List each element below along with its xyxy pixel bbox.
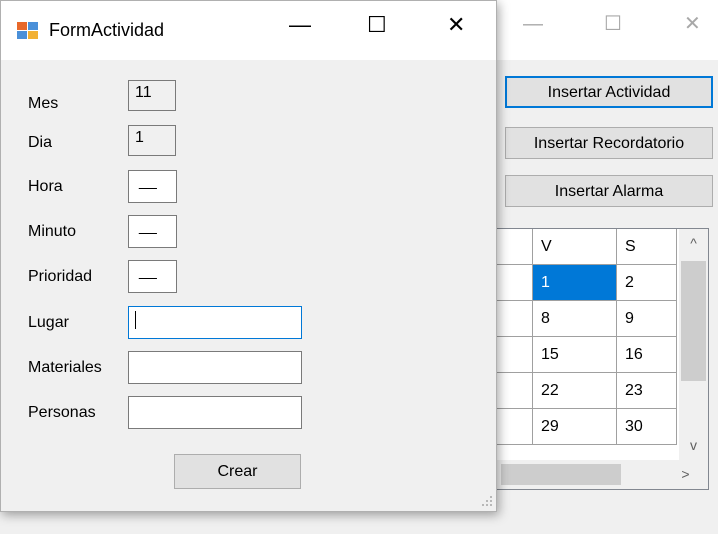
background-close-button[interactable]: ✕ <box>684 14 701 34</box>
grid-cell[interactable] <box>497 300 533 337</box>
grid-cell[interactable]: 15 <box>532 336 617 373</box>
table-row: 22 23 <box>497 372 677 409</box>
grid-cell-selected[interactable]: 1 <box>532 264 617 301</box>
materiales-label: Materiales <box>28 359 102 376</box>
window-title: FormActividad <box>49 20 165 40</box>
table-row: 15 16 <box>497 336 677 373</box>
personas-label: Personas <box>28 404 96 421</box>
insertar-actividad-button[interactable]: Insertar Actividad <box>505 76 713 108</box>
grid-cell[interactable] <box>497 336 533 373</box>
prioridad-label: Prioridad <box>28 268 93 285</box>
lugar-input[interactable] <box>128 306 302 339</box>
horizontal-scrollbar[interactable]: > <box>497 460 708 489</box>
prioridad-input-value: __ <box>139 263 157 280</box>
scroll-up-icon[interactable]: ^ <box>679 235 708 251</box>
background-minimize-button[interactable]: — <box>523 14 543 34</box>
grid-header-cell[interactable] <box>497 229 533 265</box>
lugar-label: Lugar <box>28 314 69 331</box>
text-caret <box>135 311 136 329</box>
minimize-button[interactable]: — <box>289 14 311 36</box>
minuto-label: Minuto <box>28 223 77 240</box>
grid-header-row: V S <box>497 229 677 265</box>
grid-cell[interactable]: 2 <box>616 264 677 301</box>
prioridad-input[interactable]: __ <box>128 260 177 293</box>
grid-header-cell[interactable]: S <box>616 229 677 265</box>
table-row: 1 2 <box>497 264 677 301</box>
crear-button[interactable]: Crear <box>174 454 301 489</box>
personas-input[interactable] <box>128 396 302 429</box>
materiales-input[interactable] <box>128 351 302 384</box>
mes-field: 11 <box>128 80 176 111</box>
hora-label: Hora <box>28 178 63 195</box>
mes-label: Mes <box>28 95 59 112</box>
grid-cell[interactable]: 8 <box>532 300 617 337</box>
grid-cell[interactable]: 22 <box>532 372 617 409</box>
table-row: 8 9 <box>497 300 677 337</box>
windows-form-icon <box>17 22 38 39</box>
form-actividad-window: FormActividad — ☐ ✕ Mes 11 Dia 1 Hora __… <box>0 0 497 512</box>
scroll-down-icon[interactable]: v <box>679 437 708 453</box>
minuto-input-value: __ <box>139 218 157 235</box>
grid-cell[interactable] <box>497 372 533 409</box>
size-grip-icon[interactable] <box>481 495 493 507</box>
minuto-input[interactable]: __ <box>128 215 177 248</box>
grid-cell[interactable]: 23 <box>616 372 677 409</box>
horizontal-scroll-thumb[interactable] <box>501 464 621 485</box>
grid-cell[interactable] <box>497 408 533 445</box>
background-maximize-button[interactable]: ☐ <box>604 14 622 34</box>
insertar-recordatorio-button[interactable]: Insertar Recordatorio <box>505 127 713 159</box>
grid-header-cell[interactable]: V <box>532 229 617 265</box>
grid-cell[interactable]: 16 <box>616 336 677 373</box>
hora-input[interactable]: __ <box>128 170 177 203</box>
grid-cell[interactable] <box>497 264 533 301</box>
grid-cell[interactable]: 9 <box>616 300 677 337</box>
grid-cell[interactable]: 29 <box>532 408 617 445</box>
hora-input-value: __ <box>139 173 157 190</box>
dia-field: 1 <box>128 125 176 156</box>
calendar-data-grid[interactable]: V S 1 2 8 9 15 16 22 23 29 30 <box>496 228 709 490</box>
maximize-button[interactable]: ☐ <box>367 14 387 36</box>
grid-cell[interactable]: 30 <box>616 408 677 445</box>
vertical-scrollbar[interactable]: ^ v <box>679 229 708 460</box>
dia-label: Dia <box>28 134 53 151</box>
table-row: 29 30 <box>497 408 677 445</box>
close-button[interactable]: ✕ <box>447 14 465 36</box>
scroll-right-icon[interactable]: > <box>671 466 700 482</box>
insertar-alarma-button[interactable]: Insertar Alarma <box>505 175 713 207</box>
vertical-scroll-thumb[interactable] <box>681 261 706 381</box>
